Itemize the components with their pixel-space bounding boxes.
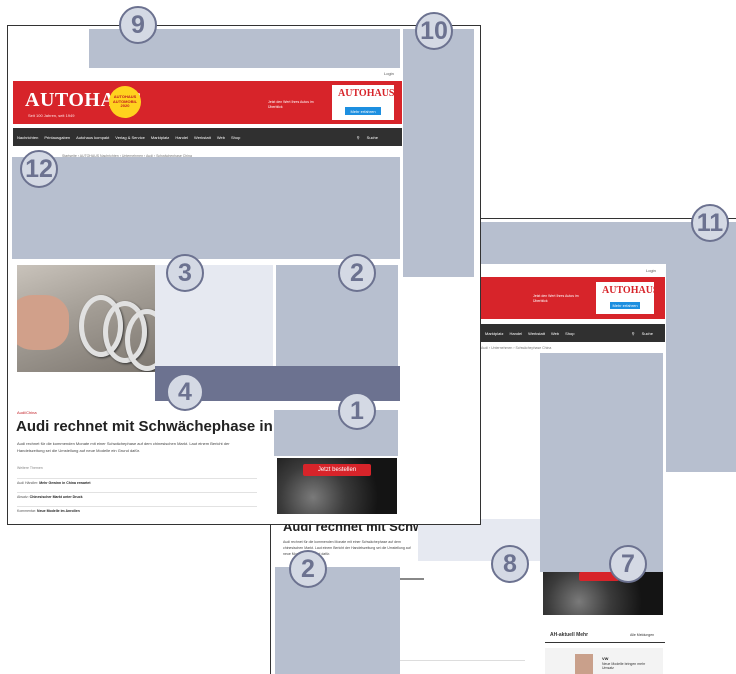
back-news-text: Neue Modelle bringen mehr Umsatz: [602, 662, 646, 670]
back-search-link[interactable]: ⚲ Suche: [632, 331, 659, 336]
back-nav-bar: Marktplatz Handel Werkstatt Web Shop ⚲ S…: [481, 324, 665, 342]
back-ad-text: Jetzt den Wert Ihres Autos im Überblick: [533, 294, 579, 303]
nav-item[interactable]: Handel: [175, 135, 188, 140]
back-sidebar-more-link[interactable]: Alle Meldungen: [630, 633, 654, 637]
back-search-label: Suche: [641, 330, 653, 336]
marker-2-lower: 2: [289, 550, 327, 588]
back-nav-item[interactable]: Web: [551, 331, 559, 336]
back-ad-logo: AUTOHAUS: [602, 285, 659, 296]
back-crumb[interactable]: Schwächephase China: [515, 346, 551, 350]
back-topbar-login[interactable]: Login: [646, 268, 656, 273]
back-article-lead-tail: [400, 578, 424, 580]
back-nav-item[interactable]: Marktplatz: [485, 331, 503, 336]
front-ad-button[interactable]: Mehr erfahren: [345, 107, 381, 115]
back-article-divider: [400, 660, 525, 661]
front-related-heading: Weitere Themen: [17, 466, 43, 470]
marker-10: 10: [415, 12, 453, 50]
related-title[interactable]: Neue Modelle im Anrollen: [37, 509, 80, 513]
related-prefix: Absatz:: [17, 495, 29, 499]
front-article-image: [17, 265, 155, 372]
marker-2: 2: [338, 254, 376, 292]
back-promo-image[interactable]: [543, 570, 663, 615]
front-header-bar: AUTOHAUS Seit 100 Jahren, seit 1949 AUTO…: [13, 81, 402, 124]
related-prefix: Audi Händler:: [17, 481, 39, 485]
marker-12: 12: [20, 150, 58, 188]
front-search-label: Suche: [366, 134, 378, 140]
marker-3: 3: [166, 254, 204, 292]
hand-shape: [17, 295, 69, 350]
marker-8: 8: [491, 545, 529, 583]
back-ad-button[interactable]: Mehr erfahren: [610, 302, 640, 309]
front-promo-image[interactable]: Jetzt bestellen: [277, 458, 397, 514]
nav-item[interactable]: Autohaus kompakt: [76, 135, 109, 140]
region-11-side-block: [666, 264, 736, 472]
front-related-item[interactable]: Absatz: Chinesischer Markt unter Druck: [17, 492, 257, 499]
nav-item[interactable]: Werkstatt: [194, 135, 211, 140]
related-title[interactable]: Mehr Gewinn in China erwartet: [39, 481, 90, 485]
marker-1: 1: [338, 392, 376, 430]
marker-9: 9: [119, 6, 157, 44]
back-nav-item[interactable]: Handel: [509, 331, 522, 336]
nav-item[interactable]: Nachrichten: [17, 135, 38, 140]
front-article-kicker: Audi/China: [17, 410, 37, 415]
front-related-item[interactable]: Kommentar: Neue Modelle im Anrollen: [17, 506, 257, 513]
front-search-link[interactable]: ⚲ Suche: [357, 135, 384, 140]
front-ad-text: Jetzt den Wert Ihres Autos im Überblick: [268, 100, 314, 109]
front-nav-bar: Nachrichten Printausgaben Autohaus kompa…: [13, 128, 402, 146]
front-tagline: Seit 100 Jahren, seit 1949: [28, 113, 75, 118]
front-anniversary-badge: AUTOHAUS AUTOMOBIL 2020: [109, 86, 141, 118]
back-sidebar-divider: [545, 642, 665, 643]
region-12-block: [12, 157, 400, 259]
back-news-card[interactable]: VW Neue Modelle bringen mehr Umsatz: [545, 648, 663, 674]
search-icon: ⚲: [356, 134, 360, 140]
related-prefix: Kommentar:: [17, 509, 37, 513]
front-header-ad[interactable]: AUTOHAUS Mehr erfahren: [331, 84, 395, 121]
back-crumb[interactable]: Unternehmen: [491, 346, 512, 350]
nav-item[interactable]: Marktplatz: [151, 135, 169, 140]
nav-item[interactable]: Printausgaben: [44, 135, 70, 140]
back-sidebar-section-title: AH-aktuell Mehr: [550, 632, 589, 638]
front-ad-logo: AUTOHAUS: [338, 88, 395, 99]
back-header-ad[interactable]: AUTOHAUS Mehr erfahren: [595, 281, 659, 315]
region-7-block: [540, 353, 663, 572]
region-10-block: [403, 29, 474, 277]
back-crumb[interactable]: Audi: [481, 346, 488, 350]
region-2-block: [276, 265, 398, 366]
back-news-title: VW: [602, 656, 609, 661]
region-1-block: [274, 410, 398, 456]
search-icon: ⚲: [631, 330, 635, 336]
front-login-link[interactable]: Login: [384, 71, 394, 76]
front-article-lead: Audi rechnet für die kommenden Monate mi…: [17, 441, 230, 453]
back-nav-item[interactable]: Shop: [565, 331, 574, 336]
back-breadcrumbs: Audi › Unternehmen › Schwächephase China: [481, 346, 552, 350]
marker-4: 4: [166, 373, 204, 411]
nav-item[interactable]: Verlag & Service: [115, 135, 145, 140]
related-title[interactable]: Chinesischer Markt unter Druck: [30, 495, 83, 499]
region-2-lower-block: [275, 567, 400, 674]
marker-7: 7: [609, 545, 647, 583]
front-related-item[interactable]: Audi Händler: Mehr Gewinn in China erwar…: [17, 478, 257, 485]
avatar: [575, 654, 593, 674]
front-promo-cta[interactable]: Jetzt bestellen: [303, 464, 371, 476]
nav-item[interactable]: Shop: [231, 135, 240, 140]
back-nav-item[interactable]: Werkstatt: [528, 331, 545, 336]
nav-item[interactable]: Web: [217, 135, 225, 140]
marker-11: 11: [691, 204, 729, 242]
